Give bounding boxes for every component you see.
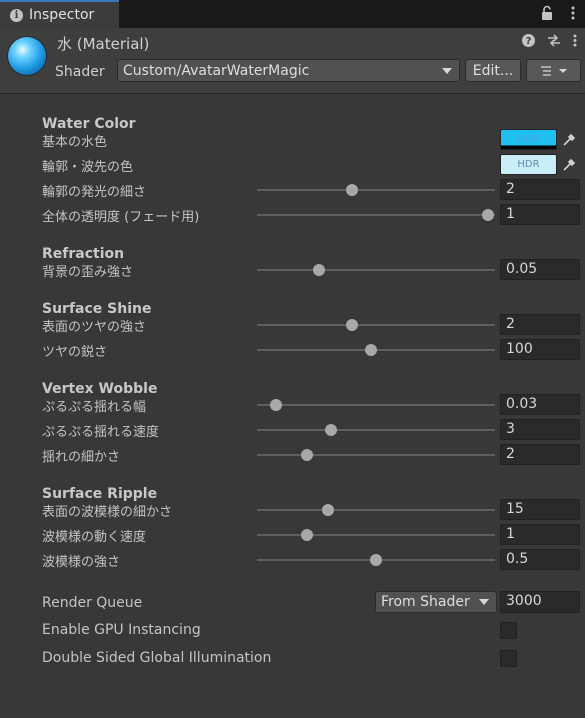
slider-thumb[interactable] — [346, 319, 359, 331]
double-sided-gi-label: Double Sided Global Illumination — [42, 650, 272, 666]
ripple-scale-field[interactable]: 15 — [500, 499, 580, 520]
render-queue-mode: From Shader — [381, 594, 470, 610]
shader-dropdown[interactable]: Custom/AvatarWaterMagic — [117, 59, 460, 82]
tab-title: Inspector — [29, 7, 95, 23]
slider-thumb[interactable] — [270, 399, 283, 411]
ripple-strength-field[interactable]: 0.5 — [500, 549, 580, 570]
ripple-speed-slider[interactable] — [257, 529, 495, 541]
section-vertex-wobble: Vertex Wobble — [42, 381, 158, 397]
section-refraction: Refraction — [42, 246, 125, 262]
inspector-tab[interactable]: i Inspector — [0, 0, 119, 28]
svg-text:?: ? — [526, 36, 532, 47]
preset-icon[interactable] — [547, 34, 561, 51]
rim-thin-label: 輪郭の発光の細さ — [42, 185, 147, 200]
material-preview-icon — [8, 37, 46, 75]
sharpness-slider[interactable] — [257, 344, 495, 356]
ripple-speed-field[interactable]: 1 — [500, 524, 580, 545]
wobble-detail-field[interactable]: 2 — [500, 444, 580, 465]
rim-color-label: 輪郭・波先の色 — [42, 160, 134, 175]
slider-thumb[interactable] — [370, 554, 382, 566]
tab-menu-icon[interactable] — [567, 5, 579, 21]
base-color-swatch[interactable]: HDR — [500, 129, 557, 150]
ripple-speed-label: 波模様の動く速度 — [42, 530, 147, 545]
gloss-slider[interactable] — [257, 319, 495, 331]
render-queue-label: Render Queue — [42, 595, 143, 611]
gpu-instancing-checkbox[interactable] — [500, 622, 517, 639]
amplitude-label: ぷるぷる揺れる幅 — [42, 400, 147, 415]
eyedropper-icon[interactable] — [559, 154, 579, 175]
slider-thumb[interactable] — [324, 424, 337, 436]
material-header: 水 (Material) ? Shader Custom/AvatarWater… — [0, 28, 585, 94]
wobble-speed-slider[interactable] — [257, 424, 495, 436]
amplitude-slider[interactable] — [257, 399, 495, 411]
opacity-label: 全体の透明度 (フェード用) — [42, 210, 200, 225]
gpu-instancing-label: Enable GPU Instancing — [42, 622, 201, 638]
sharpness-field[interactable]: 100 — [500, 339, 580, 360]
base-color-label: 基本の水色 — [42, 135, 108, 150]
opacity-field[interactable]: 1 — [500, 204, 580, 225]
slider-thumb[interactable] — [312, 264, 325, 276]
edit-shader-button[interactable]: Edit... — [465, 59, 521, 82]
gloss-label: 表面のツヤの強さ — [42, 320, 147, 335]
opacity-slider[interactable] — [257, 209, 495, 221]
hdr-badge: HDR — [517, 134, 540, 145]
distortion-field[interactable]: 0.05 — [500, 259, 580, 280]
help-icon[interactable]: ? — [522, 34, 535, 51]
section-surface-ripple: Surface Ripple — [42, 486, 158, 502]
slider-thumb[interactable] — [365, 344, 378, 356]
render-queue-field[interactable]: 3000 — [500, 591, 580, 613]
lock-icon[interactable] — [541, 5, 553, 21]
ripple-scale-slider[interactable] — [257, 504, 495, 516]
info-icon: i — [10, 8, 23, 22]
scrollbar[interactable] — [580, 94, 585, 718]
tab-bar: i Inspector — [0, 0, 585, 28]
section-water-color: Water Color — [42, 116, 136, 132]
rim-thin-slider[interactable] — [257, 184, 495, 196]
slider-thumb[interactable] — [346, 184, 359, 196]
ripple-scale-label: 表面の波模様の細かさ — [42, 505, 173, 520]
shader-label: Shader — [55, 64, 105, 80]
slider-thumb[interactable] — [300, 529, 313, 541]
wobble-detail-label: 揺れの細かさ — [42, 450, 121, 465]
shader-value: Custom/AvatarWaterMagic — [123, 62, 310, 79]
distortion-slider[interactable] — [257, 264, 495, 276]
rim-thin-field[interactable]: 2 — [500, 179, 580, 200]
shader-options-dropdown[interactable] — [526, 59, 581, 82]
slider-thumb[interactable] — [322, 504, 335, 516]
material-title: 水 (Material) — [57, 35, 150, 53]
eyedropper-icon[interactable] — [559, 129, 579, 150]
double-sided-gi-checkbox[interactable] — [500, 650, 517, 667]
sharpness-label: ツヤの鋭さ — [42, 345, 108, 360]
chevron-down-icon — [442, 67, 452, 74]
list-icon — [540, 65, 567, 76]
render-queue-dropdown[interactable]: From Shader — [375, 591, 497, 613]
slider-thumb[interactable] — [481, 209, 494, 221]
distortion-label: 背景の歪み強さ — [42, 265, 134, 280]
wobble-speed-field[interactable]: 3 — [500, 419, 580, 440]
slider-thumb[interactable] — [300, 449, 313, 461]
header-menu-icon[interactable] — [573, 34, 577, 51]
chevron-down-icon — [479, 599, 489, 605]
amplitude-field[interactable]: 0.03 — [500, 394, 580, 415]
wobble-detail-slider[interactable] — [257, 449, 495, 461]
section-surface-shine: Surface Shine — [42, 301, 152, 317]
wobble-speed-label: ぷるぷる揺れる速度 — [42, 425, 160, 440]
ripple-strength-label: 波模様の強さ — [42, 555, 121, 570]
hdr-badge: HDR — [517, 159, 540, 170]
gloss-field[interactable]: 2 — [500, 314, 580, 335]
rim-color-swatch[interactable]: HDR — [500, 154, 557, 175]
ripple-strength-slider[interactable] — [257, 554, 495, 566]
